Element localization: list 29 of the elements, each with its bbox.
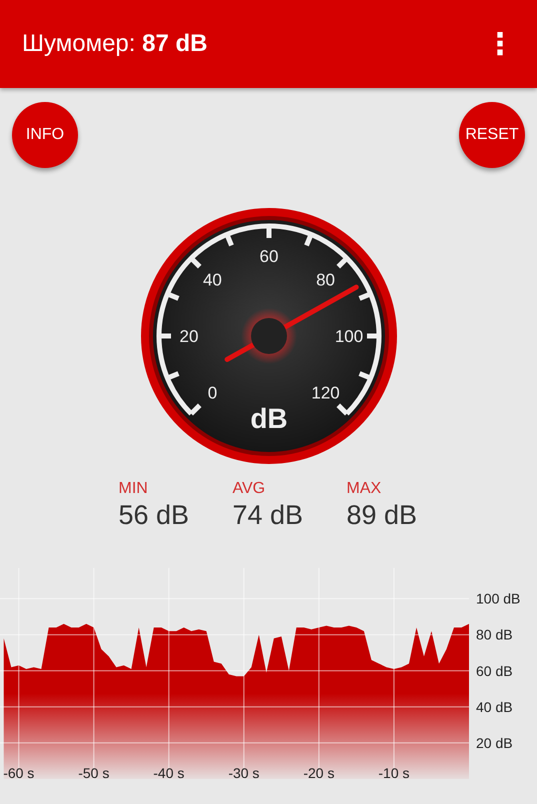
info-button[interactable]: INFO — [12, 102, 78, 168]
y-axis-label: 80 dB — [476, 626, 513, 643]
scale-label: 20 — [179, 327, 198, 346]
stat-label: AVG — [232, 480, 266, 498]
x-axis-label: -40 s — [153, 765, 184, 781]
stat-value: 56 dB — [118, 500, 190, 531]
stat-label: MAX — [346, 480, 382, 498]
unit-label: dB — [250, 403, 288, 434]
scale-label: 100 — [334, 327, 363, 346]
stat-value: 74 dB — [232, 500, 304, 531]
menu-icon[interactable]: ⋮ — [485, 26, 515, 62]
scale-label: 60 — [259, 247, 278, 266]
y-axis-label: 60 dB — [476, 662, 513, 679]
stat-label: MIN — [118, 480, 149, 498]
x-axis-label: -50 s — [78, 765, 110, 781]
x-axis-label: -10 s — [378, 765, 410, 781]
reset-button[interactable]: RESET — [459, 102, 525, 168]
x-axis-label: -30 s — [228, 765, 260, 781]
scale-label: 0 — [207, 384, 217, 403]
scale-label: 120 — [310, 384, 340, 403]
stat-value: 89 dB — [346, 500, 418, 531]
x-axis-label: -60 s — [3, 765, 34, 781]
scale-label: 80 — [316, 270, 335, 290]
y-axis-label: 40 dB — [476, 698, 513, 715]
y-axis-label: 20 dB — [476, 734, 513, 751]
x-axis-label: -20 s — [303, 765, 334, 781]
y-axis-label: 100 dB — [476, 590, 520, 607]
app-title: Шумомер: 87 dB — [22, 30, 208, 58]
scale-label: 40 — [202, 270, 222, 290]
